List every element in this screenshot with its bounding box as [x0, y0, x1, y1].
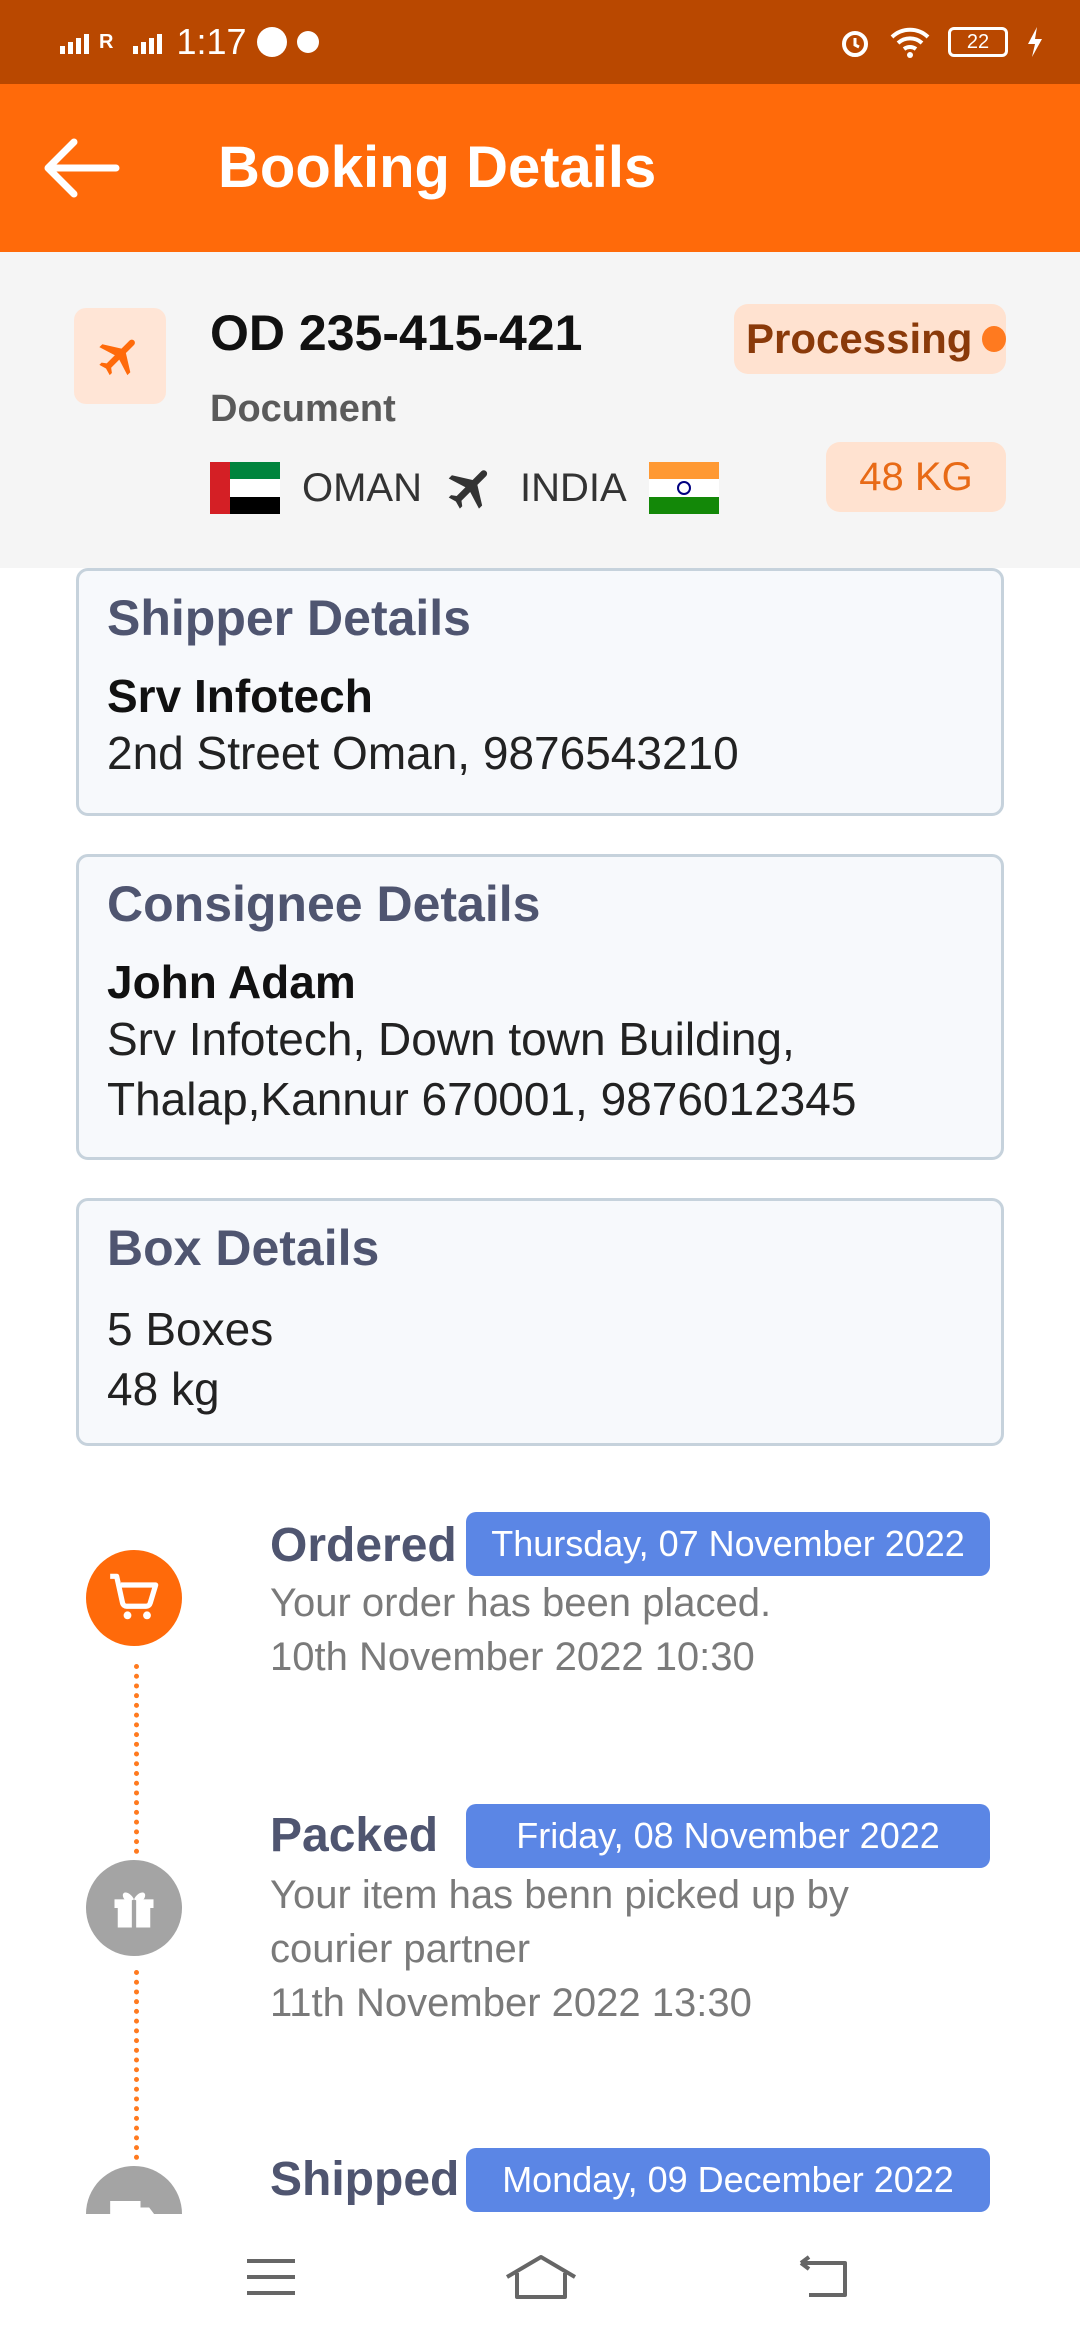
system-navigation-bar: [0, 2214, 1080, 2340]
airplane-icon: [448, 470, 488, 509]
timeline-step-packed-icon: [86, 1860, 182, 1956]
status-right: 22: [838, 0, 1044, 84]
gift-icon: [114, 1892, 154, 1928]
shipper-title: Shipper Details: [107, 590, 471, 646]
timeline-step-time: 10th November 2022 10:30: [270, 1635, 755, 1679]
airplane-icon: [99, 339, 135, 376]
origin-country: OMAN: [302, 465, 422, 510]
destination-country: INDIA: [520, 465, 627, 510]
status-bar: R 1:17 22: [0, 0, 1080, 84]
timeline-date-badge: Thursday, 07 November 2022: [466, 1512, 990, 1576]
india-flag-icon: [648, 462, 719, 514]
timeline-step-time: 11th November 2022 13:30: [270, 1981, 752, 2025]
route: OMAN INDIA: [210, 458, 719, 518]
timeline-step-text: Your item has benn picked up by: [270, 1873, 849, 1917]
timeline-date-badge: Monday, 09 December 2022: [466, 2148, 990, 2212]
timeline-date-badge: Friday, 08 November 2022: [466, 1804, 990, 1868]
timeline-step-title: Ordered: [270, 1519, 457, 1572]
telegram-icon: [256, 27, 287, 57]
signal-icon: [60, 30, 89, 54]
box-card: Box Details 5 Boxes 48 kg: [76, 1198, 1004, 1446]
return-icon: [799, 2255, 847, 2297]
box-weight: 48 kg: [107, 1363, 220, 1415]
battery-icon: 22: [948, 27, 1008, 57]
clock: 1:17: [176, 21, 247, 62]
shipper-name: Srv Infotech: [107, 670, 373, 722]
app-notification-icon: [296, 31, 319, 53]
booking-id: OD 235-415-421: [210, 305, 583, 361]
timeline-connector: [134, 1664, 139, 1854]
page-title: Booking Details: [218, 135, 657, 200]
shipment-type: Document: [210, 388, 396, 430]
booking-summary: OD 235-415-421 Document OMAN INDIA Proce…: [0, 252, 1080, 568]
box-count: 5 Boxes: [107, 1303, 274, 1355]
wifi-icon: [890, 27, 930, 58]
cart-icon: [110, 1573, 159, 1620]
shipment-type-badge: [74, 308, 166, 404]
timeline-step-title: Shipped: [270, 2153, 460, 2206]
back-button[interactable]: [30, 120, 130, 216]
sim-label: R: [99, 30, 114, 53]
back-arrow-icon: [44, 138, 120, 198]
timeline-step-ordered-icon: [86, 1550, 182, 1646]
uae-flag-icon: [210, 462, 280, 514]
alarm-icon: [842, 31, 868, 57]
shipper-address: 2nd Street Oman, 9876543210: [107, 727, 739, 779]
consignee-address-line2: Thalap,Kannur 670001, 9876012345: [107, 1073, 857, 1125]
charging-icon: [1028, 27, 1042, 57]
weight-badge: 48 KG: [826, 442, 1006, 512]
consignee-title: Consignee Details: [107, 876, 541, 932]
timeline-step-details: Your order has been placed. 10th Novembe…: [270, 1576, 1010, 1684]
status-label: Processing: [746, 315, 973, 362]
consignee-address-line1: Srv Infotech, Down town Building,: [107, 1013, 795, 1065]
timeline-step-title: Packed: [270, 1809, 439, 1862]
timeline-step-text: courier partner: [270, 1927, 531, 1971]
status-badge: Processing: [734, 304, 1006, 374]
app-bar: Booking Details: [0, 84, 1080, 252]
status-dot: [982, 326, 1006, 352]
timeline-step-text: Your order has been placed.: [270, 1581, 772, 1625]
menu-icon: [247, 2259, 295, 2295]
back-nav-button[interactable]: [770, 2242, 880, 2312]
signal-icon: [133, 30, 163, 54]
consignee-card: Consignee Details John Adam Srv Infotech…: [76, 854, 1004, 1160]
menu-button[interactable]: [216, 2242, 326, 2312]
timeline-step-details: Your item has benn picked up by courier …: [270, 1868, 1010, 2030]
status-left: R 1:17: [60, 0, 319, 84]
home-icon: [505, 2255, 577, 2299]
timeline-connector: [134, 1970, 139, 2160]
shipper-card: Shipper Details Srv Infotech 2nd Street …: [76, 568, 1004, 816]
consignee-name: John Adam: [107, 956, 356, 1008]
box-title: Box Details: [107, 1220, 380, 1276]
home-button[interactable]: [486, 2242, 596, 2312]
